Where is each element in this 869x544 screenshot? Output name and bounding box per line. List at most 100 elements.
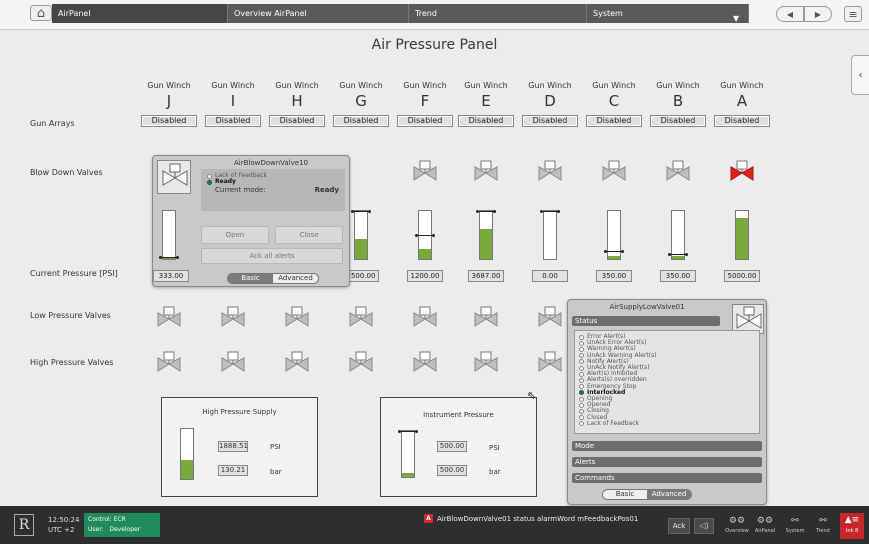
toggle-advanced[interactable]: Advanced	[273, 274, 318, 283]
basic-advanced-toggle[interactable]: Basic Advanced	[602, 489, 692, 500]
high-pressure-valve-icon[interactable]	[348, 351, 374, 373]
bar-unit: bar	[489, 468, 501, 476]
status-dot-icon	[207, 179, 212, 185]
tab-airpanel[interactable]: AirPanel	[52, 4, 228, 23]
low-pressure-valve-icon[interactable]	[284, 306, 310, 328]
nav-trend[interactable]: ⚯ Trend	[810, 514, 836, 540]
gauge-fill	[181, 460, 193, 479]
blowdown-valve-icon[interactable]	[601, 160, 627, 182]
status-section-header[interactable]: Status	[572, 316, 720, 326]
bar-unit: bar	[270, 468, 282, 476]
gun-winch-header: Gun Winch A	[714, 81, 770, 110]
tab-system[interactable]: System ▼	[587, 4, 749, 23]
gun-winch-header: Gun Winch B	[650, 81, 706, 110]
gun-array-status[interactable]: Disabled	[397, 115, 453, 127]
status-item: Lack of Feedback	[579, 420, 755, 427]
commands-section-header[interactable]: Commands	[572, 473, 762, 483]
close-button[interactable]: Close	[275, 226, 343, 244]
gauge-setpoint-marker	[351, 210, 371, 213]
nav-system[interactable]: ⚯ System	[782, 514, 808, 540]
mode-section-header[interactable]: Mode	[572, 441, 762, 451]
nav-airpanel[interactable]: ⚙⚙ AirPanel	[752, 514, 778, 540]
low-pressure-valve-icon[interactable]	[412, 306, 438, 328]
mode-value: Ready	[314, 186, 339, 195]
gauge-setpoint-marker	[415, 234, 435, 237]
control-user-box[interactable]: Control: ECR User: Developer	[84, 513, 160, 537]
low-pressure-valve-icon[interactable]	[473, 306, 499, 328]
psi-unit: PSI	[489, 444, 500, 452]
row-label-low-pressure: Low Pressure Valves	[30, 311, 111, 320]
arrow-right-icon: ▶	[814, 9, 822, 19]
high-pressure-valve-icon[interactable]	[284, 351, 310, 373]
ack-button[interactable]: Ack	[668, 518, 690, 534]
chevron-down-icon[interactable]: ▼	[733, 9, 743, 28]
nav-overview[interactable]: ⚙⚙ Overview	[724, 514, 750, 540]
tab-overview-airpanel[interactable]: Overview AirPanel	[228, 4, 409, 23]
alarm-list-button[interactable]: ▲≡ Ink 8	[840, 513, 864, 539]
blowdown-valve-icon[interactable]	[665, 160, 691, 182]
gun-array-status[interactable]: Disabled	[714, 115, 770, 127]
forward-button[interactable]: ▶	[804, 6, 832, 22]
high-pressure-valve-icon[interactable]	[537, 351, 563, 373]
status-dot-icon	[579, 340, 584, 346]
gun-array-status[interactable]: Disabled	[522, 115, 578, 127]
status-dot-icon	[579, 409, 584, 415]
gun-winch-letter: I	[230, 92, 236, 110]
alarm-icon: ▲≡	[844, 515, 860, 525]
alarm-message[interactable]: A AirBlowDownValve01 status alarmWord mF…	[424, 514, 638, 523]
status-dot-icon	[579, 353, 584, 359]
low-pressure-valve-icon[interactable]	[156, 306, 182, 328]
gun-array-status[interactable]: Disabled	[650, 115, 706, 127]
high-pressure-valve-icon[interactable]	[412, 351, 438, 373]
gauge-setpoint-marker	[540, 210, 560, 213]
gun-array-status[interactable]: Disabled	[586, 115, 642, 127]
gauge-setpoint-marker	[668, 253, 688, 257]
mute-sound-icon[interactable]: ◁)	[694, 518, 714, 534]
current-pressure-value: 0.00	[532, 270, 568, 282]
back-button[interactable]: ◀	[776, 6, 804, 22]
low-pressure-valve-icon[interactable]	[348, 306, 374, 328]
gun-array-status[interactable]: Disabled	[458, 115, 514, 127]
high-pressure-valve-icon[interactable]	[156, 351, 182, 373]
gun-winch-letter: J	[166, 92, 172, 110]
blowdown-valve-icon[interactable]	[729, 160, 755, 182]
blowdown-valve-icon[interactable]	[412, 160, 438, 182]
gauge-setpoint-marker	[476, 210, 496, 213]
tab-trend[interactable]: Trend	[409, 4, 587, 23]
chevron-left-icon: ‹	[858, 69, 863, 81]
status-area: Lack of Feedback Ready Current mode: Rea…	[201, 169, 345, 211]
gun-array-status[interactable]: Disabled	[269, 115, 325, 127]
user-label: User:	[88, 526, 104, 533]
gauge-fill	[163, 258, 175, 259]
gun-winch-header: Gun Winch I	[205, 81, 261, 110]
gun-array-status[interactable]: Disabled	[333, 115, 389, 127]
gun-array-status[interactable]: Disabled	[141, 115, 197, 127]
basic-advanced-toggle[interactable]: Basic Advanced	[227, 273, 319, 284]
gun-winch-letter: G	[355, 92, 367, 110]
toggle-advanced[interactable]: Advanced	[647, 490, 691, 499]
popup-title: AirBlowDownValve10	[233, 159, 309, 167]
row-label-blow-down: Blow Down Valves	[30, 168, 103, 177]
high-pressure-valve-icon[interactable]	[220, 351, 246, 373]
home-icon[interactable]: ⌂	[30, 5, 52, 21]
high-pressure-valve-icon[interactable]	[473, 351, 499, 373]
low-pressure-valve-icon[interactable]	[537, 306, 563, 328]
alerts-section-header[interactable]: Alerts	[572, 457, 762, 467]
gun-winch-label: Gun Winch	[656, 81, 700, 90]
open-button[interactable]: Open	[201, 226, 269, 244]
low-pressure-valve-icon[interactable]	[220, 306, 246, 328]
gun-winch-label: Gun Winch	[275, 81, 319, 90]
psi-value: 1888.51	[218, 441, 248, 452]
ack-all-alerts-button[interactable]: Ack all alerts	[201, 248, 343, 264]
blowdown-valve-icon[interactable]	[473, 160, 499, 182]
psi-value: 500.00	[437, 441, 467, 452]
gauge-fill	[672, 256, 684, 259]
toggle-basic[interactable]: Basic	[228, 274, 273, 283]
blowdown-valve-icon[interactable]	[537, 160, 563, 182]
side-panel-toggle[interactable]: ‹	[851, 55, 869, 95]
gun-array-status[interactable]: Disabled	[205, 115, 261, 127]
menu-icon[interactable]: ≡	[844, 6, 862, 22]
instrument-pressure-panel: Instrument Pressure 500.00 PSI 500.00 ba…	[380, 397, 537, 497]
toggle-basic[interactable]: Basic	[603, 490, 647, 499]
gauge-fill	[736, 217, 748, 259]
